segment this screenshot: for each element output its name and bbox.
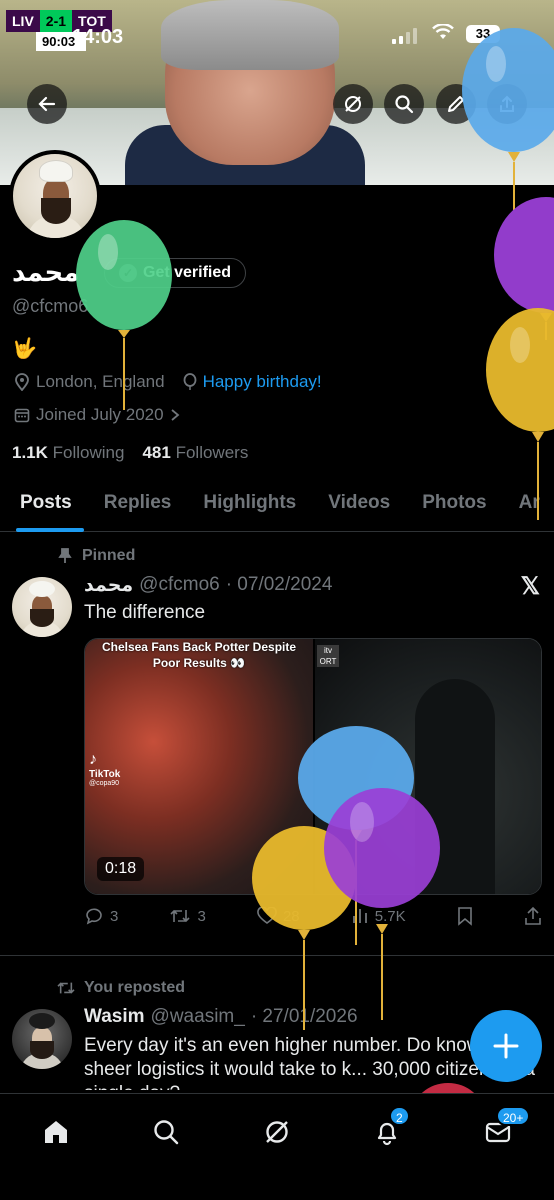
get-verified-label: Get verified bbox=[143, 264, 232, 281]
share-tweet-button[interactable] bbox=[524, 906, 542, 926]
grok-icon bbox=[345, 96, 361, 112]
score-home-team: LIV bbox=[6, 10, 40, 32]
tweet-author-name[interactable]: محمد bbox=[84, 574, 133, 596]
tweet-date[interactable]: · 27/01/2026 bbox=[251, 1006, 358, 1028]
tweet-author-name[interactable]: Wasim bbox=[84, 1006, 145, 1028]
nav-messages[interactable]: 20+ bbox=[478, 1106, 531, 1152]
following-link[interactable]: 1.1K Following bbox=[12, 443, 124, 463]
profile-bio: 🤟 bbox=[12, 336, 37, 360]
bottom-navigation: 2 20+ bbox=[0, 1093, 554, 1200]
home-icon bbox=[45, 1121, 67, 1143]
bookmark-icon bbox=[457, 907, 472, 926]
reply-button[interactable]: 3 bbox=[84, 906, 118, 926]
tweet-author-handle[interactable]: @cfcmo6 bbox=[139, 574, 220, 596]
followers-link[interactable]: 481 Followers bbox=[142, 443, 248, 463]
tab-highlights[interactable]: Highlights bbox=[183, 480, 308, 531]
tweet-media-video[interactable]: Chelsea Fans Back Potter Despite Poor Re… bbox=[84, 638, 542, 895]
tweet-avatar[interactable] bbox=[12, 1009, 72, 1069]
pin-icon bbox=[58, 548, 72, 563]
tweet-date[interactable]: · 07/02/2024 bbox=[226, 574, 333, 596]
profile-joined-date: Joined July 2020 bbox=[36, 405, 164, 424]
messages-badge: 20+ bbox=[496, 1106, 531, 1126]
get-verified-button[interactable]: ✓ Get verified bbox=[104, 258, 247, 288]
tweet-avatar[interactable] bbox=[12, 577, 72, 637]
nav-home[interactable] bbox=[36, 1112, 76, 1152]
repost-label: You reposted bbox=[84, 979, 186, 996]
video-caption: Chelsea Fans Back Potter Despite Poor Re… bbox=[101, 640, 297, 670]
nav-search[interactable] bbox=[146, 1112, 186, 1152]
follow-stats: 1.1K Following 481 Followers bbox=[12, 443, 248, 463]
chevron-right-icon bbox=[171, 409, 179, 421]
profile-joined[interactable]: Joined July 2020 bbox=[14, 405, 180, 425]
repost-icon bbox=[170, 909, 191, 923]
pinned-label: Pinned bbox=[82, 547, 136, 564]
profile-display-name: محمد bbox=[12, 258, 80, 288]
tweet-actions: 3 3 28 5.7K bbox=[84, 906, 542, 926]
profile-location: London, England bbox=[36, 372, 165, 391]
status-clock: 14:03 bbox=[72, 26, 124, 48]
grok-button[interactable] bbox=[333, 84, 373, 124]
tweet-divider bbox=[0, 955, 554, 956]
like-button[interactable]: 28 bbox=[257, 907, 300, 925]
profile-handle: @cfcmo6 bbox=[12, 296, 89, 316]
tweet-header: محمد @cfcmo6 · 07/02/2024 bbox=[84, 574, 332, 596]
share-button[interactable] bbox=[487, 84, 527, 124]
back-button[interactable] bbox=[27, 84, 67, 124]
nav-grok[interactable] bbox=[257, 1112, 297, 1152]
tab-posts[interactable]: Posts bbox=[0, 480, 84, 532]
plus-icon bbox=[493, 1033, 519, 1059]
share-icon bbox=[525, 906, 541, 925]
tiktok-icon: ♪ bbox=[89, 751, 97, 768]
video-duration: 0:18 bbox=[97, 857, 145, 881]
nav-notifications[interactable]: 2 bbox=[367, 1106, 410, 1152]
profile-tabs: Posts Replies Highlights Videos Photos A… bbox=[0, 480, 554, 532]
profile-avatar[interactable] bbox=[9, 150, 101, 242]
search-icon bbox=[154, 1120, 179, 1145]
tab-videos[interactable]: Videos bbox=[308, 480, 402, 531]
location-pin-icon bbox=[15, 373, 29, 391]
edit-profile-button[interactable] bbox=[436, 84, 476, 124]
repost-icon bbox=[57, 982, 75, 994]
profile-birthday-link[interactable]: Happy birthday! bbox=[203, 372, 322, 392]
pencil-icon bbox=[448, 96, 464, 112]
tab-articles[interactable]: Ar bbox=[499, 480, 552, 531]
grok-icon bbox=[266, 1121, 288, 1143]
wifi-icon bbox=[432, 24, 454, 39]
notifications-badge: 2 bbox=[389, 1106, 410, 1126]
profile-meta: London, England Happy birthday! bbox=[14, 372, 322, 392]
reply-icon bbox=[86, 908, 102, 925]
tweet-text: The difference bbox=[84, 602, 206, 623]
cellular-signal-icon bbox=[392, 28, 417, 44]
status-bar: LIV 2-1 TOT 90:03 14:03 33 bbox=[0, 0, 554, 60]
compose-post-button[interactable] bbox=[470, 1010, 542, 1082]
tiktok-watermark: ♪ TikTok @copa90 bbox=[89, 751, 121, 787]
birthday-balloon-icon bbox=[183, 373, 196, 390]
tab-replies[interactable]: Replies bbox=[84, 480, 184, 531]
repost-indicator: You reposted bbox=[56, 979, 185, 997]
analytics-icon bbox=[352, 909, 367, 923]
repost-button[interactable]: 3 bbox=[169, 907, 206, 925]
itv-logo: itv ORT bbox=[317, 645, 339, 667]
tweet-author-handle[interactable]: @waasim_ bbox=[151, 1006, 245, 1028]
purple-balloon-icon bbox=[494, 197, 554, 340]
score-result: 2-1 bbox=[39, 10, 73, 32]
arrow-left-icon bbox=[38, 96, 56, 112]
tweet-header: Wasim @waasim_ · 27/01/2026 bbox=[84, 1006, 358, 1028]
heart-icon bbox=[257, 907, 277, 924]
pinned-indicator: Pinned bbox=[58, 547, 135, 565]
search-button[interactable] bbox=[384, 84, 424, 124]
views-button[interactable]: 5.7K bbox=[351, 907, 406, 925]
tab-photos[interactable]: Photos bbox=[402, 480, 498, 531]
x-logo-icon[interactable]: 𝕏 bbox=[521, 572, 540, 601]
verified-badge-icon: ✓ bbox=[119, 264, 137, 282]
calendar-icon bbox=[14, 408, 30, 423]
bookmark-button[interactable] bbox=[457, 906, 473, 926]
share-icon bbox=[500, 95, 514, 112]
search-icon bbox=[395, 95, 414, 114]
battery-icon: 33 bbox=[466, 25, 500, 43]
